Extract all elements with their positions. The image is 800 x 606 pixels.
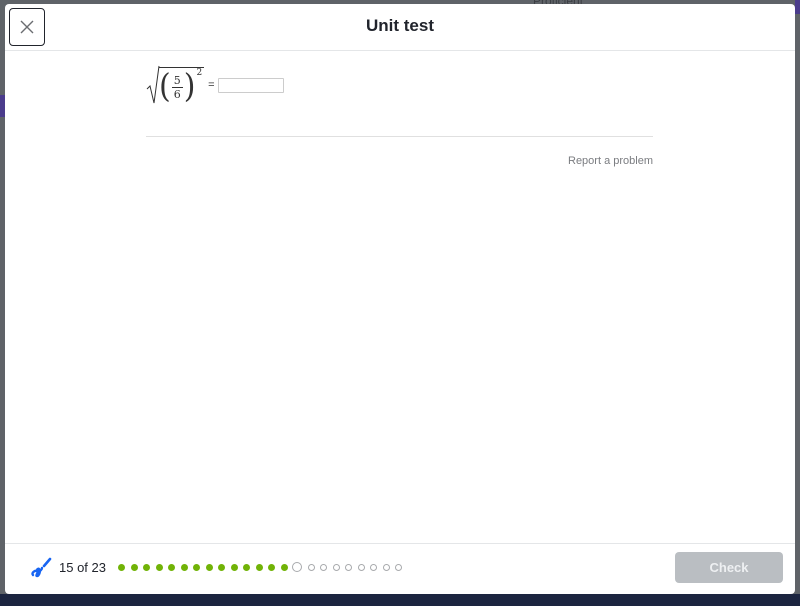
progress-dot-done [230,563,238,571]
progress-dot-done [180,563,188,571]
khan-scribble-icon [31,557,52,578]
check-button[interactable]: Check [675,552,783,583]
square-root: ( 5 6 ) 2 [146,65,205,106]
exponent: 2 [196,67,203,78]
equals-sign: = [208,79,215,91]
progress-dot-done [130,563,138,571]
progress-dot-done [118,563,125,571]
math-problem: ( 5 6 ) 2 = [146,65,284,105]
left-paren: ( [159,66,171,106]
progress-dot-todo [345,563,352,571]
page-title: Unit test [366,16,434,35]
radicand: ( 5 6 ) 2 [159,66,205,106]
progress-dot-done [255,563,263,571]
question-area: ( 5 6 ) 2 = Report a problem [5,51,795,544]
backdrop-accent-right [795,0,800,14]
denominator: 6 [173,87,181,101]
unit-test-modal: Unit test ( 5 6 ) 2 = Report a problem 1… [5,4,795,594]
progress-dot-done [280,563,288,571]
modal-header: Unit test [5,4,795,51]
progress-dot-done [193,563,200,571]
numerator: 5 [171,73,183,88]
progress-dot-todo [357,563,365,571]
progress-dot-todo [332,563,340,571]
progress-dot-todo [370,563,377,571]
progress-dot-todo [320,563,327,571]
progress-dot-done [243,563,250,571]
progress-text: 15 of 23 [59,560,106,575]
backdrop-bottom-bar [0,594,800,606]
progress-dot-todo [307,563,315,571]
right-paren: ) [183,66,196,106]
progress-dot-done [218,563,225,571]
progress-dot-done [143,563,150,571]
progress-dot-done [268,563,275,571]
progress-dot-todo [382,563,390,571]
progress-dot-done [205,563,213,571]
fraction: 5 6 [171,73,183,102]
progress-dots [118,562,408,572]
progress-dot-current [292,562,302,572]
modal-footer: 15 of 23 Check [5,543,795,594]
radical-sign-icon [146,65,160,104]
progress-dot-done [168,563,175,571]
answer-input[interactable] [217,77,284,93]
progress-dot-done [155,563,163,571]
report-problem-link[interactable]: Report a problem [568,155,653,167]
progress-dot-todo [395,563,402,571]
content-divider [146,136,653,137]
